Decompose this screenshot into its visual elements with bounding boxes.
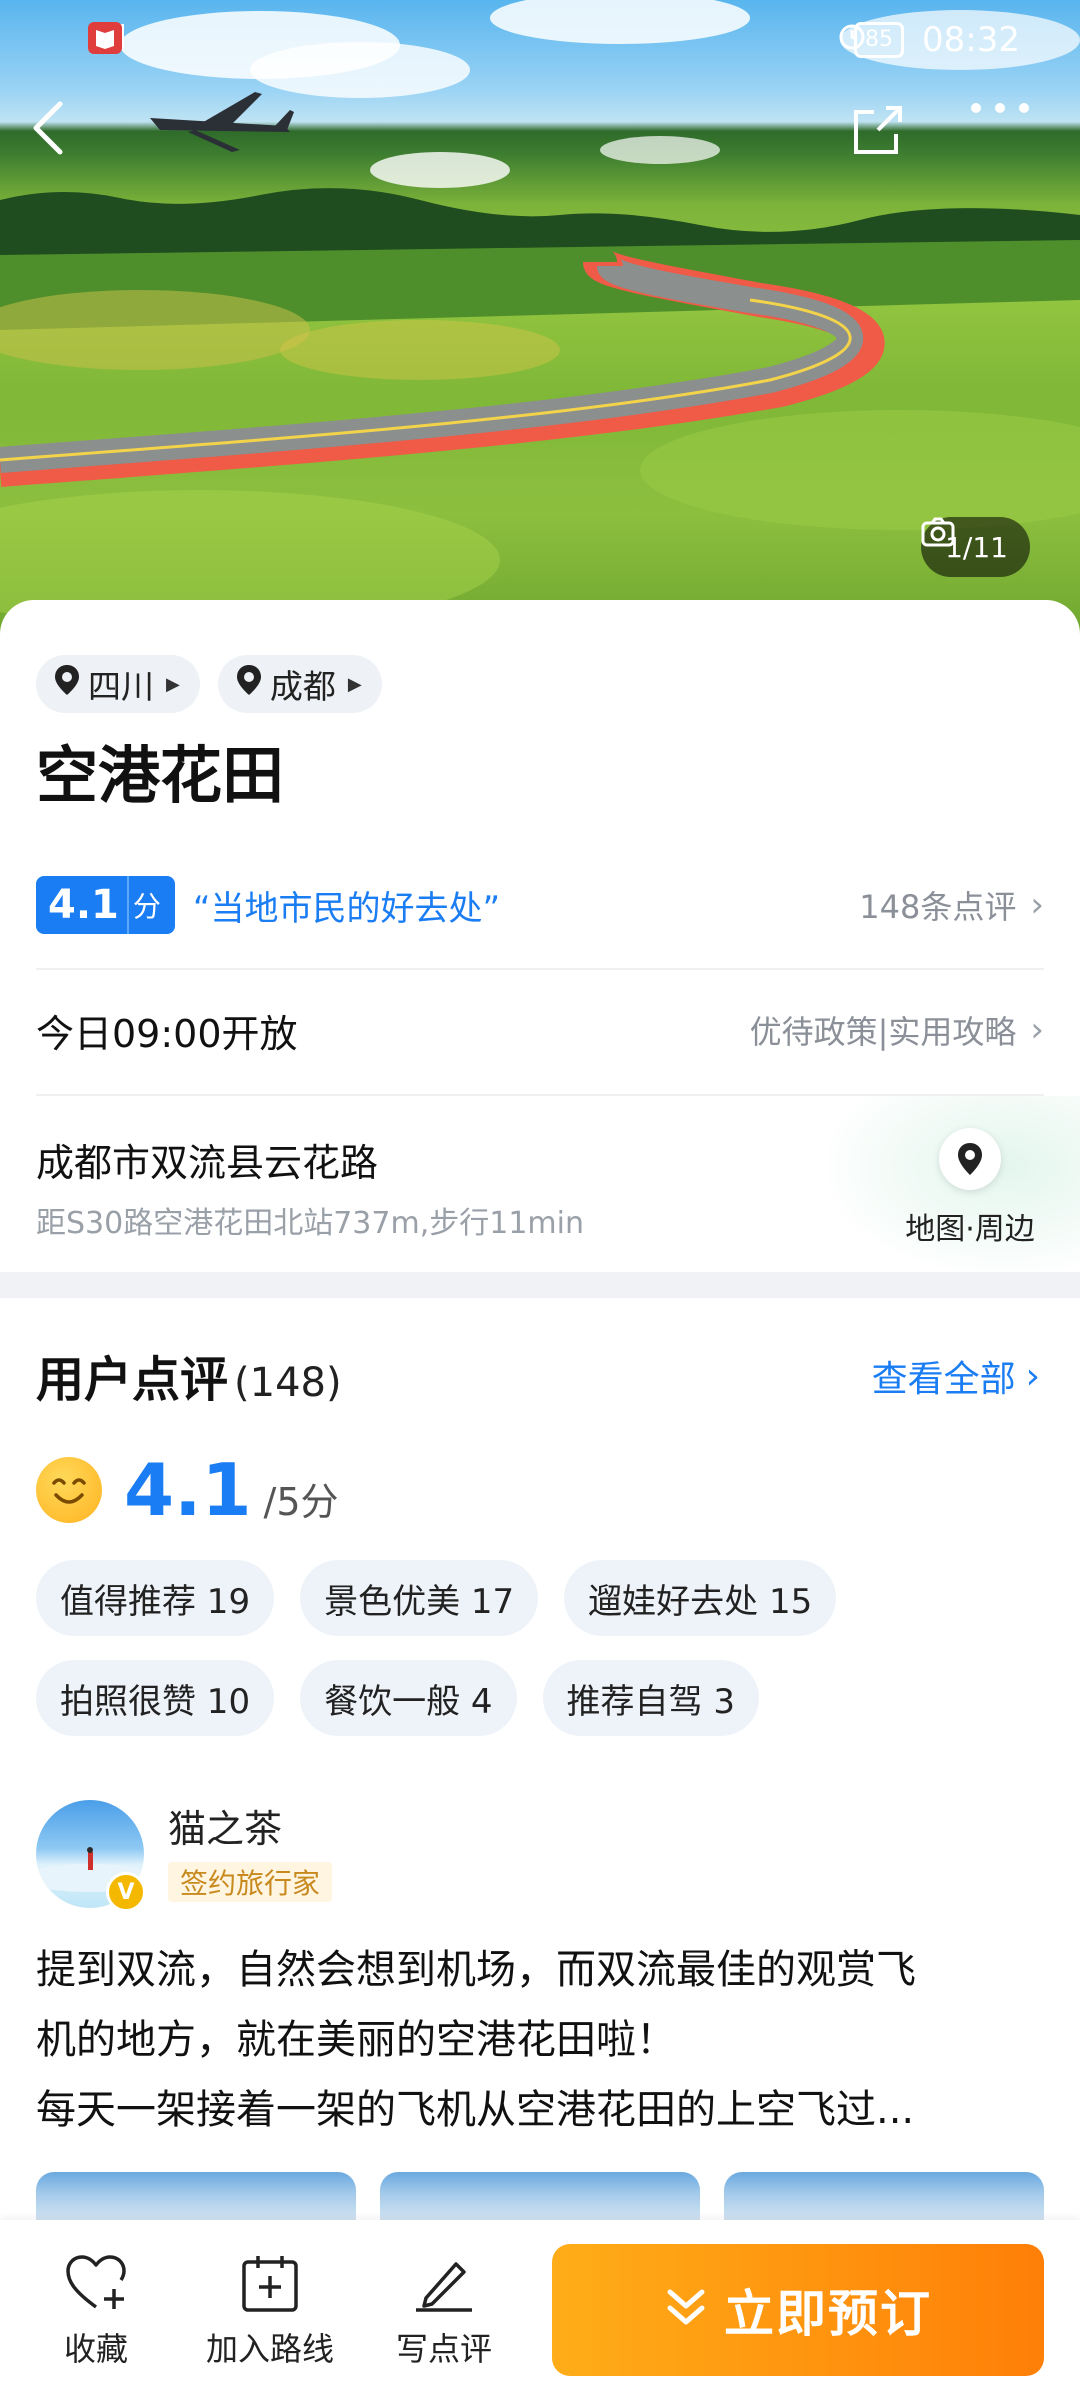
reviews-heading: 用户点评 (148) bbox=[36, 1340, 342, 1410]
heart-plus-icon bbox=[26, 2248, 166, 2318]
caret-right-icon: ▶ bbox=[347, 673, 362, 695]
caret-right-icon: ▶ bbox=[166, 673, 180, 695]
review-tag[interactable]: 景色优美 17 bbox=[300, 1560, 539, 1636]
airplane-graphic bbox=[150, 92, 294, 152]
book-now-button[interactable]: 立即预订 bbox=[552, 2244, 1044, 2376]
write-review-label: 写点评 bbox=[395, 2330, 492, 2368]
chip-city-label: 成都 bbox=[269, 667, 336, 706]
back-button[interactable] bbox=[28, 100, 108, 180]
chip-province[interactable]: 四川 ▶ bbox=[36, 655, 200, 713]
hero-photo[interactable]: 85 08:32 1/11 bbox=[0, 0, 1080, 640]
review-tag[interactable]: 值得推荐 19 bbox=[36, 1560, 275, 1636]
write-review-button[interactable]: 写点评 bbox=[374, 2248, 514, 2370]
reviewer-avatar[interactable]: V bbox=[36, 1800, 146, 1912]
rating-badge: 4.1 分 bbox=[36, 876, 175, 934]
chip-city[interactable]: 成都 ▶ bbox=[217, 655, 382, 713]
calendar-plus-icon bbox=[200, 2248, 340, 2318]
status-right-icons: 85 08:32 bbox=[836, 20, 1020, 60]
review-line: 机的地方，就在美丽的空港花田啦！ bbox=[36, 2017, 676, 2063]
hero-scenery bbox=[0, 0, 1080, 630]
review-tag[interactable]: 拍照很赞 10 bbox=[36, 1660, 275, 1736]
photo-counter[interactable]: 1/11 bbox=[921, 517, 1030, 577]
chevron-right-icon: › bbox=[1030, 1010, 1044, 1050]
map-pin-icon bbox=[939, 1128, 1001, 1190]
overall-score: 4.1 /5分 bbox=[36, 1448, 339, 1532]
review-count-text: 148条点评 bbox=[859, 888, 1017, 926]
rating-row[interactable]: 4.1 分 “当地市民的好去处” 148条点评 › bbox=[36, 862, 1044, 948]
rating-unit: 分 bbox=[126, 876, 175, 934]
review-tag[interactable]: 餐饮一般 4 bbox=[300, 1660, 517, 1736]
distance-text: 距S30路空港花田北站737m,步行11min bbox=[36, 1206, 584, 1241]
policy-link[interactable]: 优待政策|实用攻略 › bbox=[750, 1007, 1044, 1053]
review-count-link[interactable]: 148条点评 › bbox=[859, 882, 1044, 928]
reviews-count: (148) bbox=[234, 1360, 342, 1406]
add-route-label: 加入路线 bbox=[205, 2330, 334, 2368]
section-divider bbox=[0, 1272, 1080, 1298]
chevron-right-icon: › bbox=[1025, 1355, 1040, 1397]
smiley-face-icon bbox=[36, 1457, 102, 1523]
share-button[interactable] bbox=[848, 100, 928, 180]
see-all-label: 查看全部 bbox=[871, 1359, 1016, 1400]
review-tag[interactable]: 推荐自驾 3 bbox=[542, 1660, 759, 1736]
more-button[interactable] bbox=[968, 100, 1048, 180]
address-text[interactable]: 成都市双流县云花路 bbox=[36, 1132, 378, 1187]
double-chevron-down-icon bbox=[664, 2286, 708, 2334]
review-line: 提到双流，自然会想到机场，而双流最佳的观赏飞 bbox=[36, 1947, 916, 1993]
status-bar: 85 08:32 bbox=[0, 0, 1080, 80]
chip-province-label: 四川 bbox=[88, 667, 154, 706]
review-tags: 值得推荐 19 景色优美 17 遛娃好去处 15 拍照很赞 10 餐饮一般 4 … bbox=[36, 1560, 1046, 1736]
reviewer-badge: 签约旅行家 bbox=[168, 1862, 333, 1902]
reviews-title: 用户点评 bbox=[36, 1352, 229, 1408]
rating-tagline: “当地市民的好去处” bbox=[192, 888, 501, 929]
add-route-button[interactable]: 加入路线 bbox=[200, 2248, 340, 2370]
review-body[interactable]: 提到双流，自然会想到机场，而双流最佳的观赏飞 机的地方，就在美丽的空港花田啦！ … bbox=[36, 1935, 1046, 2145]
overall-score-value: 4.1 bbox=[124, 1448, 252, 1532]
location-chips: 四川 ▶ 成都 ▶ bbox=[36, 655, 382, 713]
favorite-button[interactable]: 收藏 bbox=[26, 2248, 166, 2370]
location-pin-icon bbox=[54, 664, 80, 704]
status-time: 08:32 bbox=[922, 20, 1020, 60]
page-title: 空港花田 bbox=[36, 739, 285, 812]
map-nearby-label: 地图·周边 bbox=[905, 1212, 1035, 1247]
map-nearby-button[interactable]: 地图·周边 bbox=[890, 1128, 1050, 1248]
divider bbox=[36, 968, 1044, 970]
see-all-reviews-link[interactable]: 查看全部 › bbox=[872, 1350, 1040, 1402]
rating-value: 4.1 bbox=[36, 876, 127, 934]
bottom-action-bar: 收藏 加入路线 写点评 立即预订 bbox=[0, 2220, 1080, 2400]
chevron-right-icon: › bbox=[1030, 885, 1044, 925]
policy-link-text: 优待政策|实用攻略 bbox=[749, 1013, 1017, 1051]
reviewer-name[interactable]: 猫之茶 bbox=[168, 1798, 282, 1853]
review-line: 每天一架接着一架的飞机从空港花田的上空飞过... bbox=[36, 2087, 915, 2133]
verified-badge-icon: V bbox=[106, 1872, 146, 1912]
open-hours: 今日09:00开放 bbox=[36, 1011, 298, 1056]
review-tag[interactable]: 遛娃好去处 15 bbox=[564, 1560, 837, 1636]
pencil-icon bbox=[374, 2248, 514, 2318]
favorite-label: 收藏 bbox=[63, 2330, 128, 2368]
location-pin-icon bbox=[236, 664, 262, 704]
overall-score-unit: /5分 bbox=[263, 1480, 339, 1524]
book-now-label: 立即预订 bbox=[724, 2285, 932, 2343]
hours-row[interactable]: 今日09:00开放 优待政策|实用攻略 › bbox=[36, 990, 1044, 1070]
